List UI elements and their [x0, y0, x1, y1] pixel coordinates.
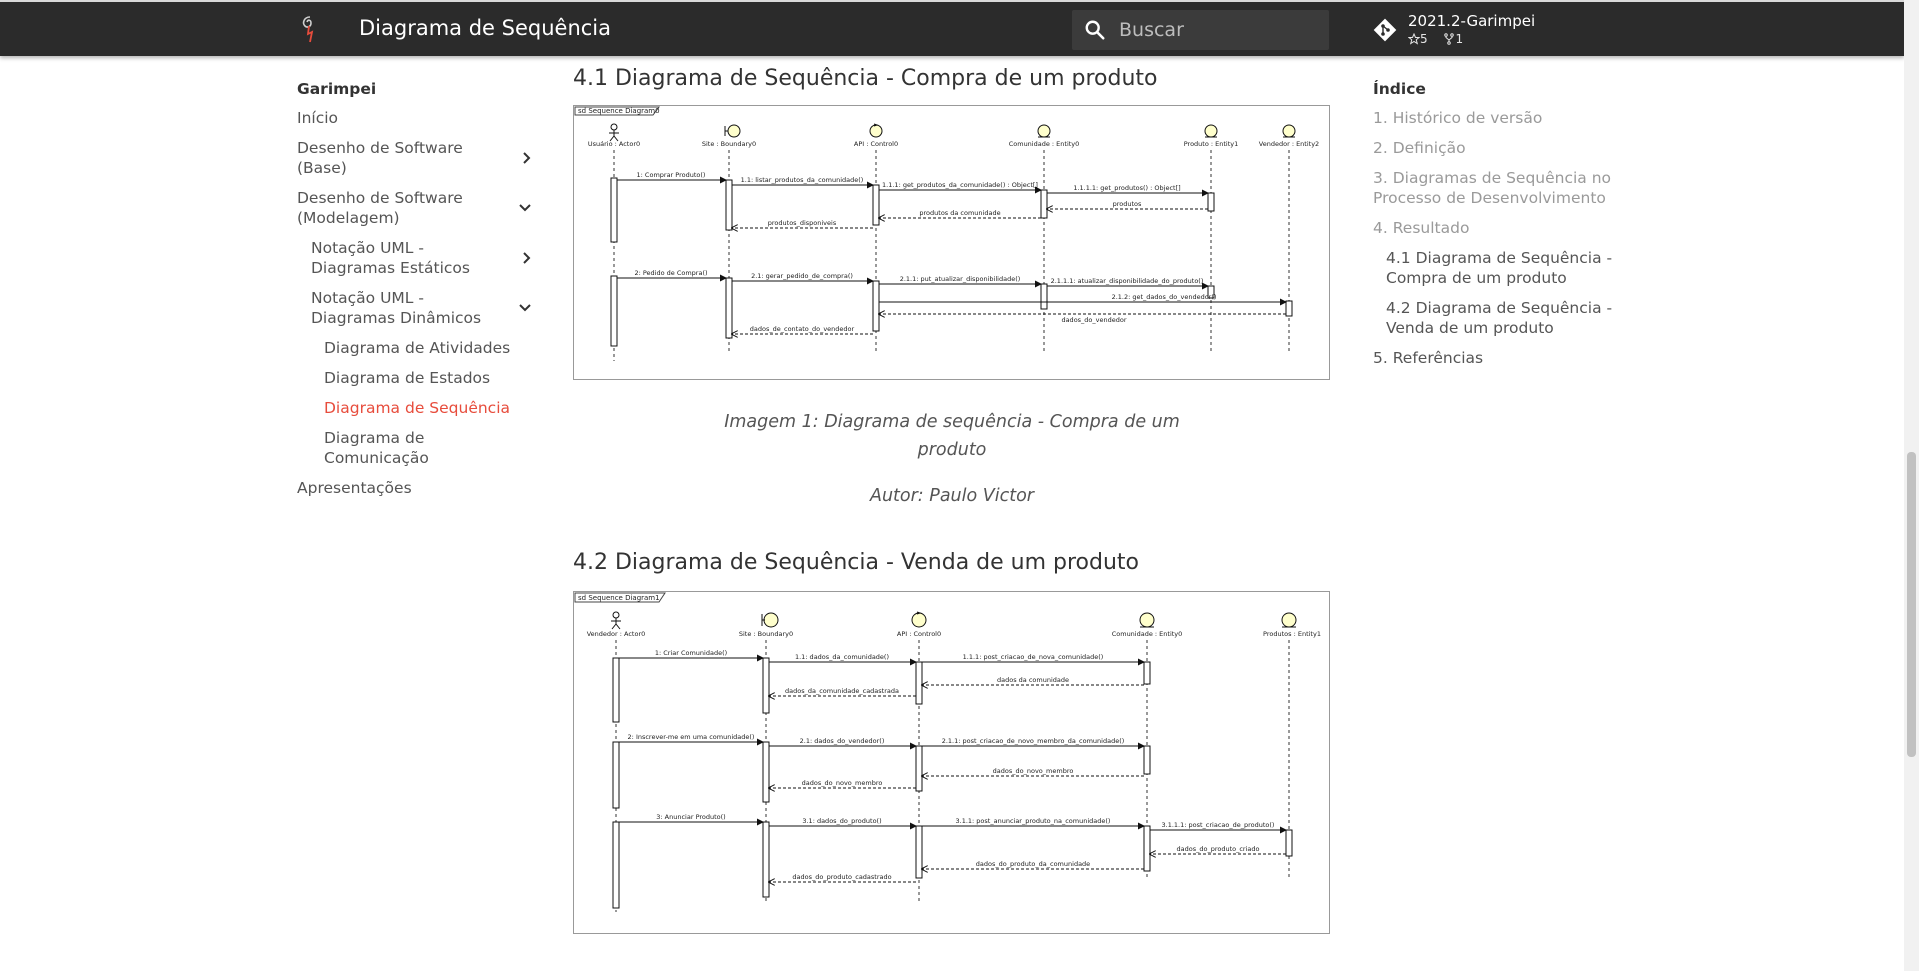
msg-produtos-comunidade: produtos da comunidade	[919, 209, 1000, 217]
stars-count: 5	[1420, 32, 1428, 46]
msg-produto-comunidade: dados_do_produto_da_comunidade	[976, 860, 1090, 868]
msg-1-1-1-1: 1.1.1.1: get_produtos() : Object[]	[1073, 184, 1180, 192]
scrollbar-thumb[interactable]	[1907, 452, 1916, 757]
sequence-diagram-venda: sd Sequence Diagram1 Vendedor : Actor0 S…	[573, 591, 1330, 934]
sidebar-item-uml-estaticos[interactable]: Notação UML - Diagramas Estáticos	[297, 238, 532, 278]
msg-produto-cadastrado: dados_do_produto_cadastrado	[792, 873, 891, 881]
msg-2-1: 2.1: gerar_pedido_de_compra()	[751, 272, 853, 280]
forks-stat: 1	[1443, 32, 1469, 46]
msg-produto-criado: dados_do_produto_criado	[1177, 845, 1260, 853]
sidebar-item-atividades[interactable]: Diagrama de Atividades	[297, 338, 532, 358]
toc-item-compra[interactable]: 4.1 Diagrama de Sequência - Compra de um…	[1373, 248, 1613, 288]
search-input[interactable]	[1119, 17, 1319, 43]
msg-2-1-1-1: 2.1.1.1: atualizar_disponibilidade_do_pr…	[1051, 277, 1204, 285]
lifeline-comunidade: Comunidade : Entity0	[1112, 630, 1183, 638]
sidebar-item-sequencia[interactable]: Diagrama de Sequência	[297, 398, 532, 418]
table-of-contents: Índice 1. Histórico de versão 2. Definiç…	[1373, 80, 1613, 378]
sidebar-item-label: Notação UML - Diagramas Estáticos	[311, 239, 470, 277]
msg-2: 2: Pedido de Compra()	[634, 269, 707, 277]
sidebar-item-inicio[interactable]: Início	[297, 108, 532, 128]
diagram2-svg: sd Sequence Diagram1 Vendedor : Actor0 S…	[574, 592, 1321, 912]
toc-item-resultado[interactable]: 4. Resultado	[1373, 218, 1613, 238]
lifeline-vendedor: Vendedor : Entity2	[1259, 140, 1319, 148]
msg-novo-membro-site: dados_do_novo_membro	[802, 779, 883, 787]
chevron-down-icon[interactable]	[518, 203, 532, 213]
lifeline-site: Site : Boundary0	[739, 630, 793, 638]
section-heading-compra: 4.1 Diagrama de Sequência - Compra de um…	[573, 66, 1158, 91]
diagram2-frame-label: sd Sequence Diagram1	[578, 594, 660, 602]
msg-1-1-1: 1.1.1: post_criacao_de_nova_comunidade()	[963, 653, 1104, 661]
main-content: 4.1 Diagrama de Sequência - Compra de um…	[573, 66, 1331, 934]
figure-author-1: Autor: Paulo Victor	[869, 486, 1034, 506]
toc-item-referencias[interactable]: 5. Referências	[1373, 348, 1613, 368]
sidebar-item-label: Notação UML - Diagramas Dinâmicos	[311, 289, 482, 327]
lifeline-comunidade: Comunidade : Entity0	[1009, 140, 1080, 148]
msg-3-1-1-1: 3.1.1.1: post_criacao_de_produto()	[1162, 821, 1275, 829]
chevron-right-icon[interactable]	[522, 151, 532, 165]
msg-1-1: 1.1: listar_produtos_da_comunidade()	[741, 176, 864, 184]
forks-count: 1	[1455, 32, 1464, 46]
sidebar-brand[interactable]: Garimpei	[297, 80, 532, 98]
msg-dados-contato: dados_de_contato_do_vendedor	[750, 325, 855, 333]
sidebar-item-desenho-base[interactable]: Desenho de Software (Base)	[297, 138, 532, 178]
lifeline-produtos: Produtos : Entity1	[1263, 630, 1321, 638]
figure-caption-1: Imagem 1: Diagrama de sequência - Compra…	[724, 412, 1180, 460]
toc-item-venda[interactable]: 4.2 Diagrama de Sequência - Venda de um …	[1373, 298, 1613, 338]
msg-3: 3: Anunciar Produto()	[656, 813, 725, 821]
sidebar-item-estados[interactable]: Diagrama de Estados	[297, 368, 532, 388]
sidebar-item-label: Desenho de Software (Modelagem)	[297, 189, 463, 227]
sidebar-item-label: Desenho de Software (Base)	[297, 139, 463, 177]
toc-item-definicao[interactable]: 2. Definição	[1373, 138, 1613, 158]
chevron-down-icon[interactable]	[518, 303, 532, 313]
diagram1-frame-label: sd Sequence Diagram0	[578, 107, 660, 115]
msg-1-1-1: 1.1.1: get_produtos_da_comunidade() : Ob…	[882, 181, 1038, 189]
lifeline-usuario: Usuário : Actor0	[588, 140, 640, 148]
git-icon	[1373, 18, 1397, 42]
stars-stat: 5	[1408, 32, 1434, 46]
site-logo-icon[interactable]	[296, 14, 322, 46]
sidebar-item-apresentacoes[interactable]: Apresentações	[297, 478, 532, 498]
chevron-right-icon[interactable]	[522, 251, 532, 265]
search-box[interactable]	[1072, 10, 1329, 50]
sidebar-item-comunicacao[interactable]: Diagrama de Comunicação	[297, 428, 532, 468]
repository-name: 2021.2-Garimpei	[1408, 12, 1536, 30]
star-icon	[1408, 33, 1420, 45]
msg-1: 1: Criar Comunidade()	[655, 649, 727, 657]
msg-1: 1: Comprar Produto()	[637, 171, 706, 179]
msg-comunidade-cadastrada: dados_da_comunidade_cadastrada	[785, 687, 899, 695]
msg-produtos: produtos	[1113, 200, 1142, 208]
section-heading-venda: 4.2 Diagrama de Sequência - Venda de um …	[573, 550, 1140, 575]
msg-3-1: 3.1: dados_do_produto()	[802, 817, 881, 825]
toc-item-historico[interactable]: 1. Histórico de versão	[1373, 108, 1613, 128]
sidebar-nav: Garimpei Início Desenho de Software (Bas…	[297, 80, 532, 508]
msg-2-1-1: 2.1.1: post_criacao_de_novo_membro_da_co…	[942, 737, 1125, 745]
lifeline-api: API : Control0	[897, 630, 941, 638]
top-header: Diagrama de Sequência 2021.2-Garimpei 5 …	[0, 0, 1904, 56]
msg-2-1: 2.1: dados_do_vendedor()	[800, 737, 885, 745]
sequence-diagram-compra: sd Sequence Diagram0 Usuário : Actor0 Si…	[573, 105, 1330, 380]
msg-novo-membro-api: dados_do_novo_membro	[993, 767, 1074, 775]
msg-1-1: 1.1: dados_da_comunidade()	[795, 653, 889, 661]
msg-3-1-1: 3.1.1: post_anunciar_produto_na_comunida…	[956, 817, 1111, 825]
lifeline-vendedor: Vendedor : Actor0	[587, 630, 646, 638]
lifeline-site: Site : Boundary0	[702, 140, 756, 148]
sidebar-item-desenho-modelagem[interactable]: Desenho de Software (Modelagem)	[297, 188, 532, 228]
repository-stats: 5 1	[1408, 32, 1475, 48]
fork-icon	[1444, 33, 1455, 45]
lifeline-produto: Produto : Entity1	[1184, 140, 1239, 148]
msg-2: 2: Inscrever-me em uma comunidade()	[628, 733, 755, 741]
lifeline-api: API : Control0	[854, 140, 898, 148]
diagram1-svg: sd Sequence Diagram0 Usuário : Actor0 Si…	[574, 106, 1319, 361]
msg-2-1-1: 2.1.1: put_atualizar_disponibilidade()	[900, 275, 1021, 283]
toc-item-processo[interactable]: 3. Diagramas de Sequência no Processo de…	[1373, 168, 1613, 208]
msg-produtos-disponiveis: produtos_disponiveis	[768, 219, 837, 227]
sidebar-item-uml-dinamicos[interactable]: Notação UML - Diagramas Dinâmicos	[297, 288, 532, 328]
toc-title: Índice	[1373, 80, 1426, 98]
page-title: Diagrama de Sequência	[359, 16, 611, 40]
msg-dados-vendedor: dados_do_vendedor	[1061, 316, 1126, 324]
search-icon	[1085, 20, 1105, 40]
msg-2-1-2: 2.1.2: get_dados_do_vendedor()	[1112, 293, 1217, 301]
msg-dados-comunidade: dados da comunidade	[997, 676, 1069, 684]
